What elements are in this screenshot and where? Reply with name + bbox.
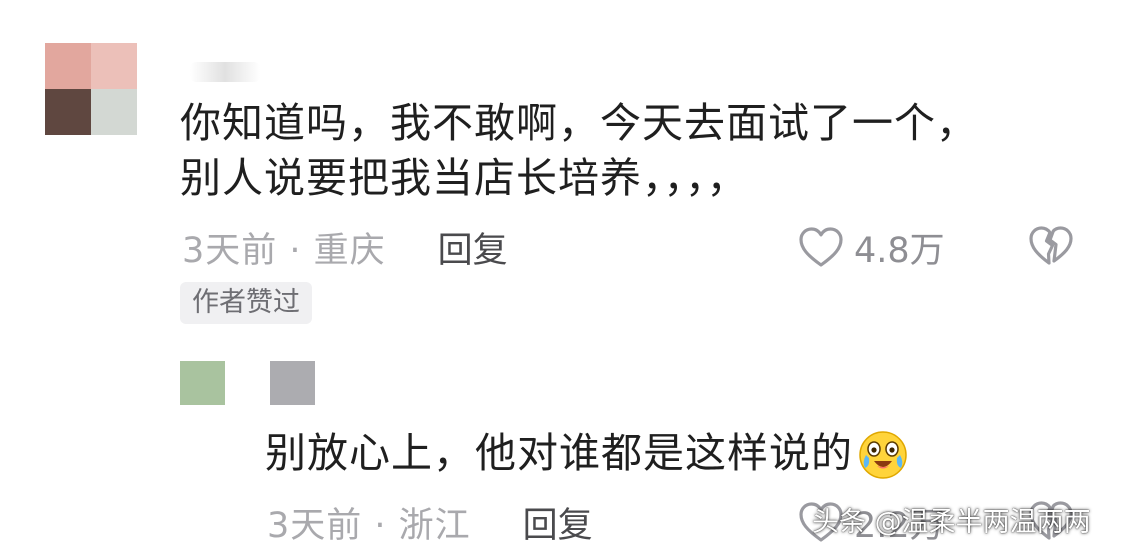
watermark: 头条 @温柔半两温两两 <box>812 507 1091 538</box>
avatar-mosaic-tile <box>91 89 137 135</box>
comment-line: 别人说要把我当店长培养，，，， <box>180 154 749 202</box>
reply-text: 别放心上，他对谁都是这样说的 <box>265 429 853 477</box>
reply-meta: 3天前 · 浙江 回复 <box>267 497 593 547</box>
avatar-mosaic-tile <box>91 43 137 89</box>
dislike-button[interactable] <box>1028 225 1074 271</box>
comment-time-location: 3天前 · 重庆 <box>182 230 386 271</box>
blurred-username[interactable] <box>190 62 260 82</box>
like-button[interactable]: 4.8万 <box>798 222 945 272</box>
reply-username-blur[interactable] <box>270 361 315 405</box>
reply-avatar[interactable] <box>180 361 225 405</box>
author-liked-badge: 作者赞过 <box>180 282 312 324</box>
comment-meta: 3天前 · 重庆 回复 <box>182 222 508 272</box>
comment-body: 你知道吗，我不敢啊，今天去面试了一个， 别人说要把我当店长培养，，，， <box>180 96 1080 206</box>
avatar-mosaic-tile <box>45 89 91 135</box>
reply-button[interactable]: 回复 <box>523 497 593 548</box>
avatar-mosaic-tile <box>45 43 91 89</box>
reply-time-location: 3天前 · 浙江 <box>267 505 471 546</box>
heart-icon <box>799 227 843 267</box>
reply-body: 别放心上，他对谁都是这样说的 <box>265 426 909 481</box>
reply-button[interactable]: 回复 <box>438 222 508 273</box>
crying-laughing-emoji-icon <box>859 430 907 479</box>
like-count: 4.8万 <box>854 230 945 271</box>
broken-heart-icon <box>1029 226 1073 265</box>
comment-line: 你知道吗，我不敢啊，今天去面试了一个， <box>180 99 978 147</box>
commenter-avatar[interactable] <box>45 43 137 135</box>
